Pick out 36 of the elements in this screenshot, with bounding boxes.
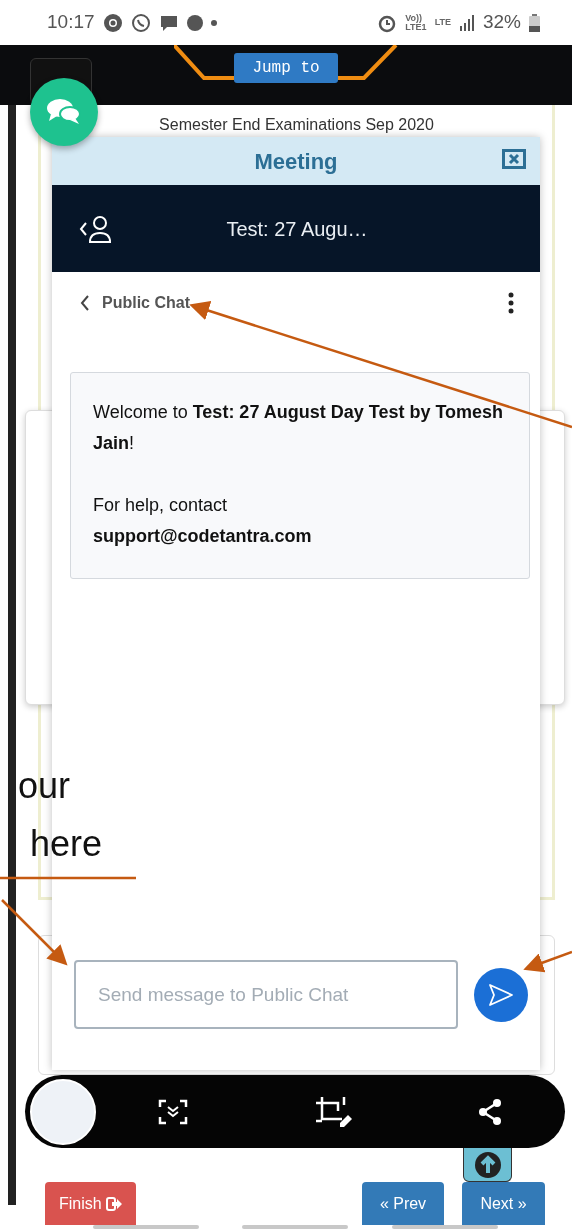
network-label: Vo)) — [405, 13, 423, 23]
send-button[interactable] — [474, 967, 528, 1022]
page-heading: Semester End Examinations Sep 2020 — [158, 115, 435, 135]
battery-percent: 32% — [482, 10, 521, 35]
share-icon[interactable] — [478, 1098, 502, 1125]
network-label: LTE1 — [405, 22, 427, 32]
finish-button[interactable]: Finish — [45, 1182, 136, 1225]
chat-message: Welcome to Test: 27 August Day Test by Tomesh Jain! — [93, 401, 505, 455]
screenshot-thumbnail[interactable] — [30, 1079, 96, 1145]
exit-icon — [105, 1196, 122, 1211]
send-icon — [488, 982, 514, 1007]
conversation-title: Test: 27 Augu… — [225, 216, 369, 242]
annotation-text: our — [18, 768, 71, 804]
status-time: 10:17 — [47, 10, 95, 35]
battery-icon — [529, 13, 540, 32]
more-options-icon[interactable] — [508, 292, 514, 314]
annotation-arrow — [523, 950, 572, 973]
phone-bubble-icon — [130, 12, 151, 33]
back-chevron-icon — [80, 295, 90, 311]
annotation-arrow — [1, 899, 68, 966]
network-label: LTE — [434, 18, 451, 27]
signal-icon — [458, 14, 475, 31]
message-input[interactable]: Send message to Public Chat — [74, 960, 458, 1029]
back-user-icon[interactable] — [78, 213, 114, 244]
back-link[interactable]: Public Chat — [80, 295, 190, 311]
crop-edit-icon[interactable] — [314, 1096, 352, 1127]
jump-to-button[interactable]: Jump to — [234, 53, 338, 83]
scroll-top-button[interactable] — [463, 1148, 512, 1182]
close-button[interactable] — [502, 146, 526, 166]
scroll-capture-icon[interactable] — [158, 1098, 188, 1125]
chat-message: For help, contact support@codetantra.com — [93, 494, 313, 548]
meeting-title: Meeting — [254, 147, 338, 176]
next-button[interactable]: Next » — [462, 1182, 545, 1225]
dot-icon — [210, 19, 217, 26]
prev-button[interactable]: « Prev — [362, 1182, 444, 1225]
annotation-text: here — [30, 826, 103, 862]
